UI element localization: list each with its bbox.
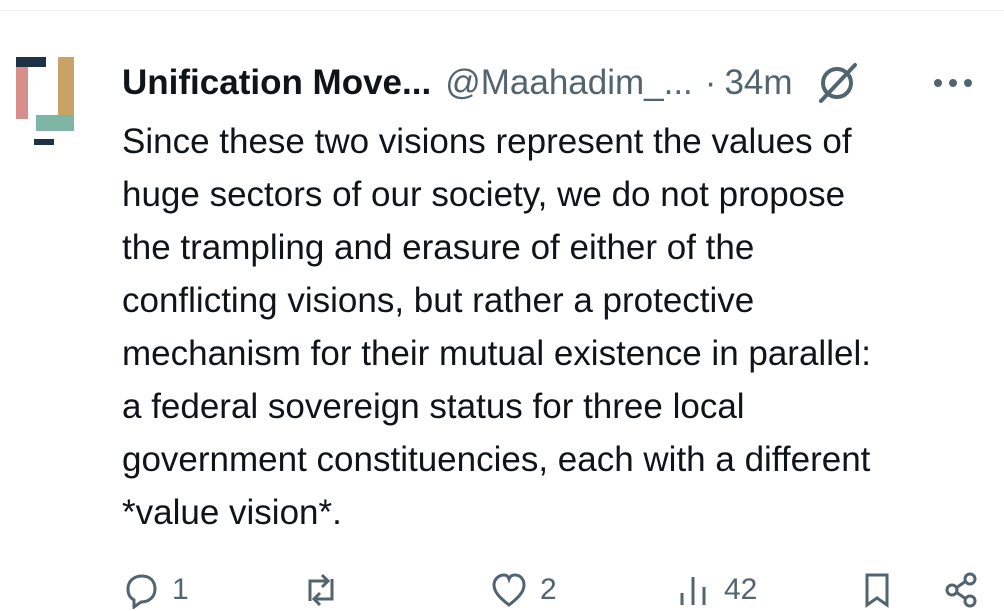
like-button[interactable]: 2 <box>490 571 557 609</box>
views-button[interactable]: 42 <box>674 571 757 609</box>
tweet-header: Unification Move... @Maahadim_... · 34m <box>122 61 990 105</box>
avatar[interactable] <box>14 55 76 151</box>
reply-count: 1 <box>172 573 189 606</box>
share-icon <box>945 572 977 608</box>
author-name[interactable]: Unification Move... <box>122 63 431 103</box>
grok-icon[interactable] <box>815 61 859 105</box>
more-icon[interactable] <box>930 63 976 103</box>
views-icon <box>680 577 706 605</box>
views-count: 42 <box>724 573 758 606</box>
timestamp[interactable]: 34m <box>724 63 792 103</box>
bookmark-button[interactable] <box>858 571 896 609</box>
like-count: 2 <box>540 573 557 606</box>
share-button[interactable] <box>942 571 980 609</box>
author-handle[interactable]: @Maahadim_... <box>445 63 693 103</box>
repost-icon <box>308 573 334 607</box>
heart-icon <box>492 573 526 607</box>
bookmark-icon <box>865 573 889 608</box>
tweet-text: Since these two visions represent the va… <box>122 122 871 532</box>
repost-button[interactable] <box>302 571 352 609</box>
tweet-card[interactable]: Unification Move... @Maahadim_... · 34m … <box>0 11 1004 609</box>
reply-icon <box>126 574 157 609</box>
action-bar: 1 2 42 <box>122 571 992 611</box>
separator-dot: · <box>704 63 717 102</box>
reply-button[interactable]: 1 <box>122 571 189 609</box>
